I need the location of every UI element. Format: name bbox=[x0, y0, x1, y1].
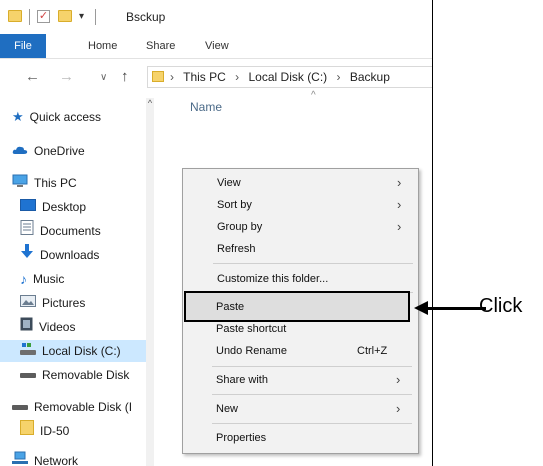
tab-file[interactable]: File bbox=[0, 34, 46, 58]
sidebar-item-label: Music bbox=[33, 272, 65, 286]
navigation-scrollbar[interactable]: ^ bbox=[146, 98, 154, 466]
window-title: Bsckup bbox=[126, 10, 166, 24]
sidebar-item-quick-access[interactable]: ★ Quick access bbox=[12, 106, 101, 128]
back-button[interactable]: ← bbox=[25, 68, 40, 86]
sidebar-item-label: OneDrive bbox=[34, 144, 85, 158]
sidebar-item-label: Removable Disk bbox=[42, 368, 130, 382]
up-button[interactable]: ↑ bbox=[121, 68, 129, 86]
sidebar-item-music[interactable]: ♪ Music bbox=[20, 268, 64, 290]
divider bbox=[95, 9, 96, 25]
sidebar-item-label: Videos bbox=[39, 320, 76, 334]
tab-home[interactable]: Home bbox=[76, 34, 129, 58]
menu-item-new[interactable]: New › bbox=[182, 398, 417, 420]
breadcrumb-this-pc[interactable]: This PC bbox=[183, 70, 226, 84]
menu-item-shortcut: Ctrl+Z bbox=[357, 345, 388, 357]
sidebar-item-label: Local Disk (C:) bbox=[42, 344, 121, 358]
removable-drive-icon bbox=[12, 396, 28, 418]
properties-check-icon[interactable]: ✓ bbox=[37, 10, 50, 23]
menu-separator bbox=[212, 394, 412, 395]
forward-button[interactable]: → bbox=[59, 68, 74, 86]
sidebar-item-label: Documents bbox=[40, 224, 101, 238]
menu-item-label: Share with bbox=[216, 374, 268, 386]
music-note-icon: ♪ bbox=[20, 270, 27, 287]
ribbon: File Home Share View bbox=[0, 34, 432, 59]
sidebar-item-label: Pictures bbox=[42, 296, 86, 310]
annotation-label: Click bbox=[479, 295, 523, 317]
menu-item-undo-rename[interactable]: Undo Rename Ctrl+Z bbox=[182, 340, 417, 362]
menu-separator bbox=[212, 366, 412, 367]
breadcrumb-separator: › bbox=[336, 70, 341, 84]
explorer-window: ✓ ▾ Bsckup File Home Share View ← → ∨ ↑ … bbox=[0, 0, 433, 466]
sort-ascending-icon: ^ bbox=[311, 90, 316, 101]
sidebar-item-label: Desktop bbox=[42, 200, 87, 214]
folder-icon bbox=[8, 10, 22, 22]
folder-icon bbox=[152, 71, 164, 82]
menu-item-properties[interactable]: Properties bbox=[182, 427, 417, 449]
breadcrumb-backup[interactable]: Backup bbox=[350, 70, 390, 84]
sidebar-item-id-50[interactable]: ID-50 bbox=[20, 419, 70, 442]
sidebar-item-label: Downloads bbox=[40, 248, 100, 262]
scroll-up-icon[interactable]: ^ bbox=[146, 98, 154, 108]
sidebar-item-downloads[interactable]: Downloads bbox=[20, 243, 100, 266]
breadcrumb-separator: › bbox=[170, 70, 174, 84]
sidebar-item-label: Quick access bbox=[29, 110, 102, 124]
divider bbox=[29, 9, 30, 25]
menu-item-label: Undo Rename bbox=[216, 345, 287, 357]
menu-item-label: Properties bbox=[216, 432, 267, 444]
submenu-arrow-icon: › bbox=[396, 401, 401, 416]
recent-locations-button[interactable]: ∨ bbox=[100, 69, 107, 87]
menu-item-share-with[interactable]: Share with › bbox=[182, 369, 417, 391]
address-row: ← → ∨ ↑ › This PC › Local Disk (C:) › Ba… bbox=[0, 64, 432, 90]
sidebar-item-onedrive[interactable]: OneDrive bbox=[12, 140, 85, 162]
title-bar: ✓ ▾ Bsckup bbox=[0, 0, 432, 34]
menu-item-label: New bbox=[216, 403, 239, 415]
videos-icon bbox=[20, 316, 33, 338]
sidebar-item-removable-disk-i[interactable]: Removable Disk (I bbox=[12, 396, 132, 418]
drive-icon bbox=[20, 340, 36, 362]
new-folder-icon[interactable] bbox=[58, 10, 72, 22]
submenu-arrow-icon: › bbox=[396, 372, 401, 387]
removable-drive-icon bbox=[20, 364, 36, 386]
download-arrow-icon bbox=[20, 243, 34, 266]
sidebar-item-desktop[interactable]: Desktop bbox=[20, 196, 86, 218]
pictures-icon bbox=[20, 292, 36, 314]
address-bar[interactable]: › This PC › Local Disk (C:) › Backup bbox=[147, 66, 432, 88]
annotation-arrow-icon bbox=[414, 301, 428, 315]
cloud-icon bbox=[12, 140, 28, 162]
desktop-icon bbox=[20, 196, 36, 218]
tab-share[interactable]: Share bbox=[134, 34, 187, 58]
navigation-pane: ^ ★ Quick access OneDrive This PC Desktop… bbox=[0, 98, 154, 466]
sidebar-item-network[interactable]: Network bbox=[12, 450, 78, 466]
menu-separator bbox=[212, 423, 412, 424]
documents-icon bbox=[20, 219, 34, 242]
sidebar-item-documents[interactable]: Documents bbox=[20, 219, 101, 242]
sidebar-item-label: ID-50 bbox=[40, 424, 70, 438]
sidebar-item-pictures[interactable]: Pictures bbox=[20, 292, 85, 314]
quick-access-dropdown[interactable]: ▾ bbox=[79, 11, 84, 25]
sidebar-item-local-disk-c[interactable]: Local Disk (C:) bbox=[0, 340, 146, 362]
computer-icon bbox=[12, 172, 28, 194]
sidebar-item-label: Network bbox=[34, 454, 79, 466]
network-icon bbox=[12, 450, 28, 466]
breadcrumb-local-disk[interactable]: Local Disk (C:) bbox=[249, 70, 328, 84]
sidebar-item-this-pc[interactable]: This PC bbox=[12, 172, 77, 194]
star-icon: ★ bbox=[12, 108, 24, 124]
column-header-name[interactable]: Name bbox=[190, 100, 222, 114]
sidebar-item-videos[interactable]: Videos bbox=[20, 316, 75, 338]
sidebar-item-label: Removable Disk (I bbox=[34, 400, 133, 414]
folder-icon bbox=[20, 419, 34, 442]
tab-view[interactable]: View bbox=[193, 34, 241, 58]
sidebar-item-label: This PC bbox=[34, 176, 77, 190]
sidebar-item-removable-disk[interactable]: Removable Disk bbox=[20, 364, 129, 386]
breadcrumb-separator: › bbox=[235, 70, 240, 84]
paste-highlight-box bbox=[184, 291, 410, 322]
annotation-arrow-line bbox=[426, 307, 486, 310]
